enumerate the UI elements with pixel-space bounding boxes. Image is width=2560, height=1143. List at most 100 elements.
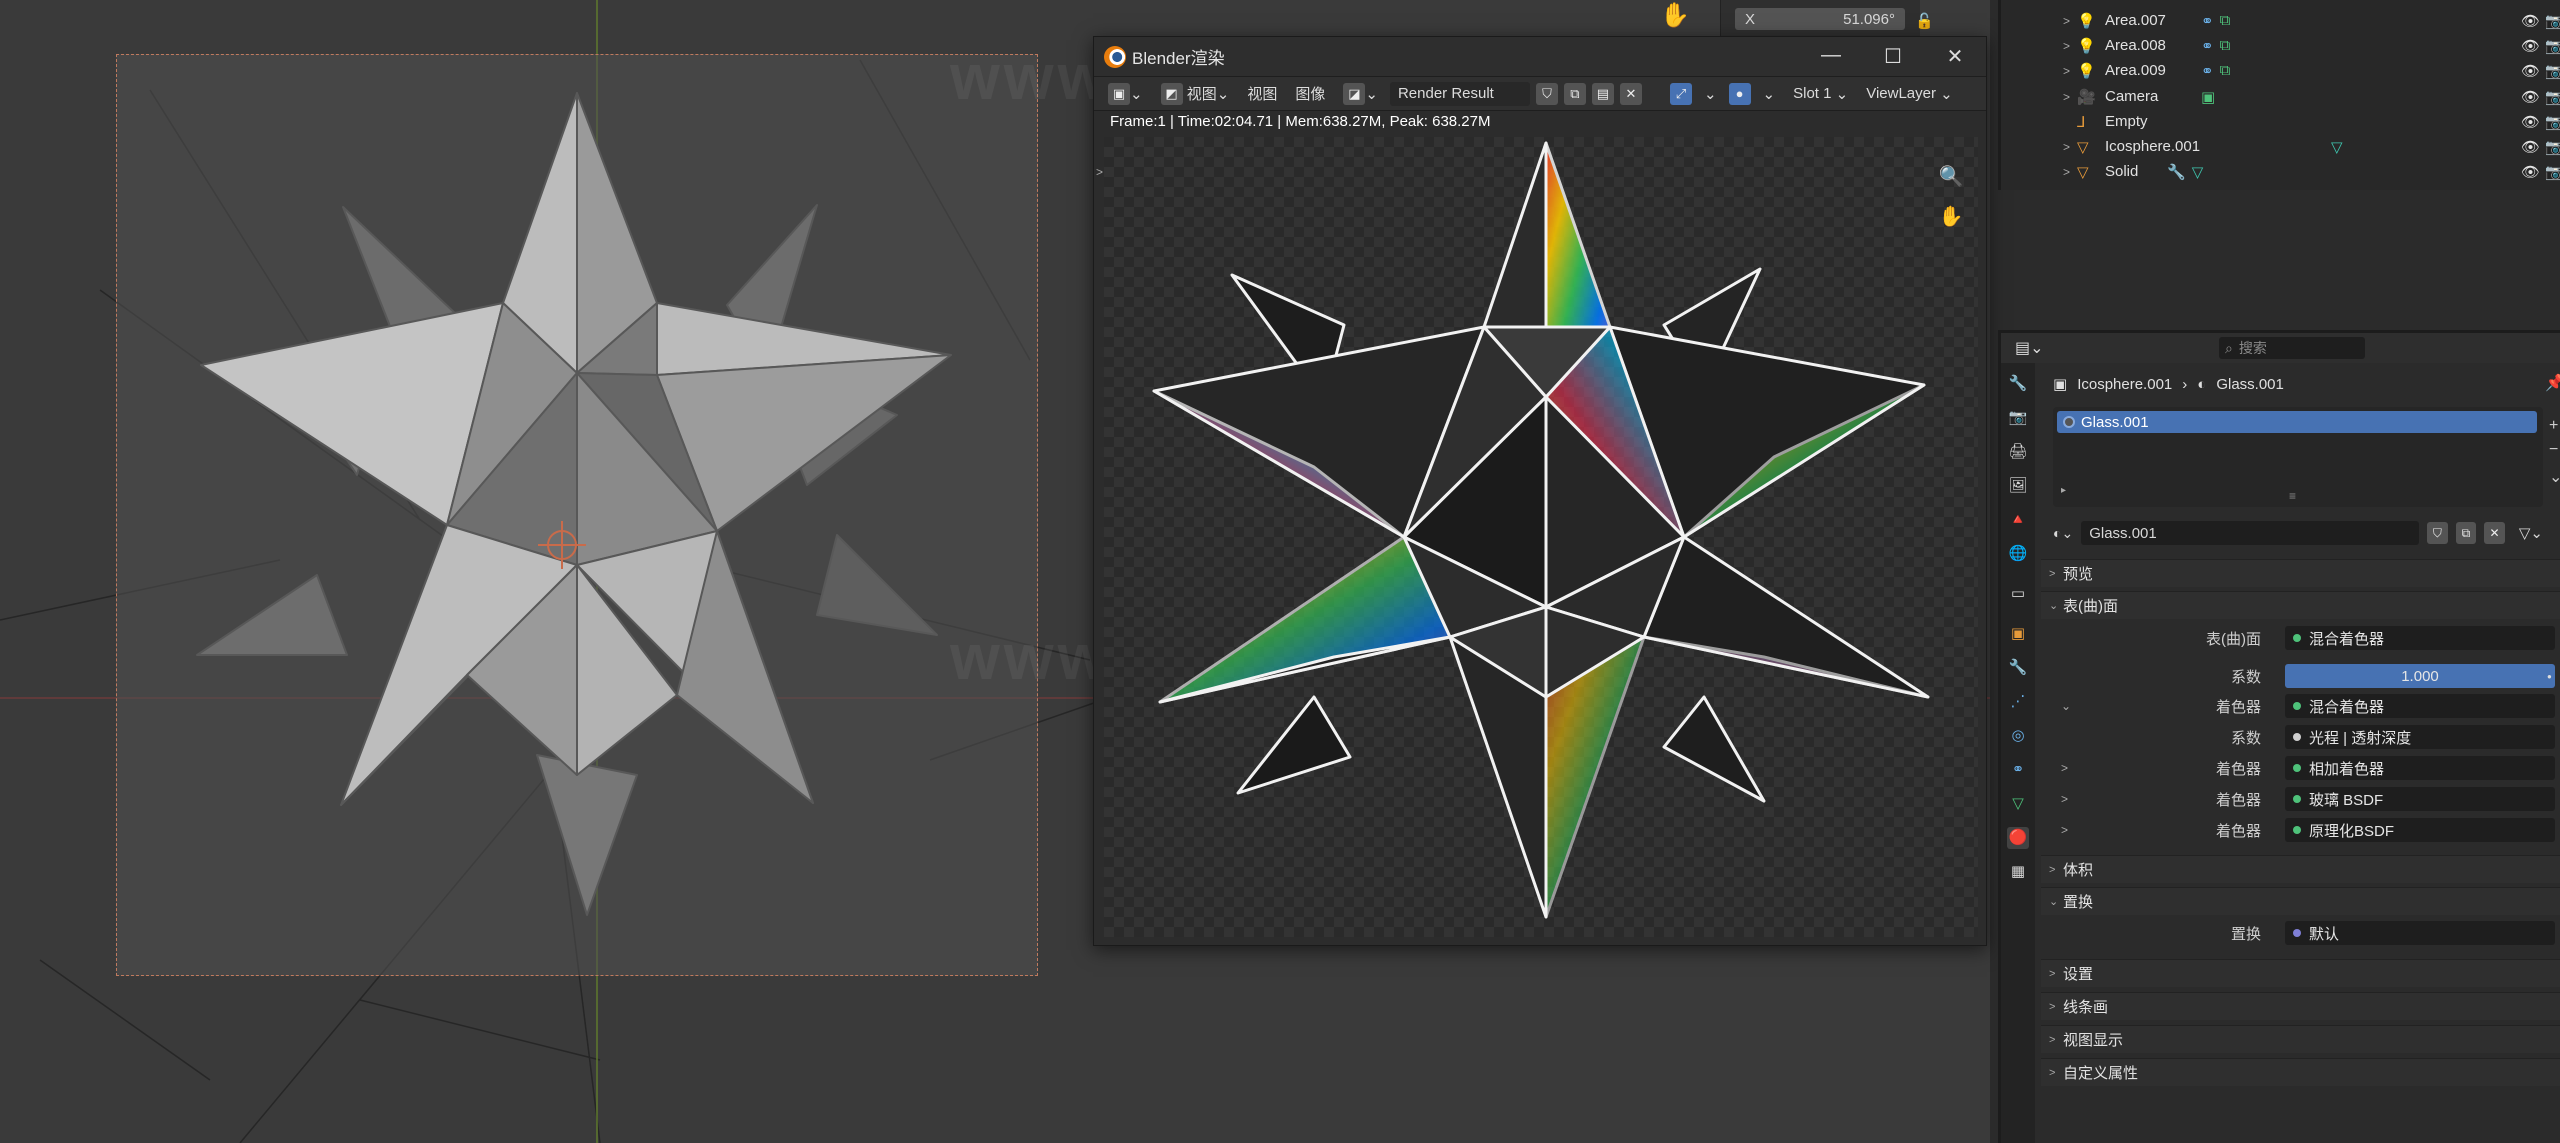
shader1-field[interactable]: 混合着色器 — [2285, 694, 2555, 718]
expand-slot-icon[interactable]: ▸ — [2061, 485, 2066, 496]
shader4-field[interactable]: 原理化BSDF — [2285, 818, 2555, 842]
constraints-tab-icon[interactable]: ⚭ — [2007, 759, 2029, 781]
visibility-eye-icon[interactable]: 👁 — [2521, 62, 2540, 80]
editor-type-dropdown[interactable]: ▤⌄ — [2015, 338, 2044, 358]
displacement-field[interactable]: 默认 — [2285, 921, 2555, 945]
expand-icon[interactable]: > — [2063, 14, 2070, 28]
open-folder-icon[interactable]: ▤ — [1591, 82, 1614, 105]
material-tab-icon[interactable]: 🔴 — [2007, 827, 2029, 849]
outliner-row[interactable]: > ▽ Solid 🔧 ▽ 👁 📷 — [2001, 159, 2560, 184]
zoom-icon[interactable]: 🔍 — [1934, 159, 1968, 193]
sidebar-toggle-icon[interactable]: > — [1096, 165, 1103, 179]
chevron-down-icon[interactable]: ⌄ — [2061, 699, 2071, 713]
panel-volume[interactable]: > 体积 — [2041, 855, 2560, 883]
display-channels-icon[interactable]: ● — [1728, 82, 1751, 105]
slot-dropdown[interactable]: Slot 1 ⌄ — [1787, 82, 1854, 106]
output-tab-icon[interactable]: 🖨 — [2007, 441, 2029, 463]
material-slot-item[interactable]: Glass.001 — [2057, 411, 2537, 433]
fake-user-icon[interactable]: ⛉ — [1535, 82, 1558, 105]
tool-tab-icon[interactable]: 🔧 — [2007, 373, 2029, 395]
visibility-eye-icon[interactable]: 👁 — [2521, 113, 2540, 131]
collection-tab-icon[interactable]: ▭ — [2007, 583, 2029, 605]
physics-tab-icon[interactable]: ◎ — [2007, 725, 2029, 747]
properties-search[interactable]: ⌕ 搜索 — [2219, 337, 2365, 359]
outliner-row[interactable]: > 💡 Area.009 ⚭ ⧉ 👁 📷 — [2001, 58, 2560, 83]
visibility-eye-icon[interactable]: 👁 — [2521, 37, 2540, 55]
outliner-row[interactable]: > 🎥 Camera ▣ 👁 📷 — [2001, 84, 2560, 109]
maximize-button[interactable]: ☐ — [1862, 44, 1924, 69]
factor-slider[interactable]: 1.000 — [2285, 664, 2555, 688]
duplicate-icon[interactable]: ⧉ — [2455, 522, 2477, 544]
modifier-tab-icon[interactable]: 🔧 — [2007, 657, 2029, 679]
expand-icon[interactable]: > — [2063, 64, 2070, 78]
link-mode-icon[interactable]: ▽⌄ — [2519, 524, 2543, 542]
outliner-row[interactable]: > 💡 Area.008 ⚭ ⧉ 👁 📷 — [2001, 33, 2560, 58]
chevron-right-icon[interactable]: > — [2061, 823, 2068, 837]
render-canvas[interactable] — [1104, 137, 1978, 937]
expand-icon[interactable]: > — [2063, 140, 2070, 154]
chevron-right-icon[interactable]: > — [2061, 792, 2068, 806]
panel-surface[interactable]: ⌄ 表(曲)面 — [2041, 591, 2560, 619]
expand-icon[interactable]: > — [2063, 90, 2070, 104]
factor2-field[interactable]: 光程 | 透射深度 — [2285, 725, 2555, 749]
render-camera-icon[interactable]: 📷 — [2545, 138, 2560, 156]
panel-custom-properties[interactable]: > 自定义属性 — [2041, 1058, 2560, 1086]
particles-tab-icon[interactable]: ⋰ — [2007, 691, 2029, 713]
scene-tab-icon[interactable]: 🔺 — [2007, 509, 2029, 531]
pan-hand-icon[interactable]: ✋ — [1658, 0, 1692, 30]
world-tab-icon[interactable]: 🌐 — [2007, 543, 2029, 565]
image-name-field[interactable]: Render Result — [1389, 81, 1530, 106]
data-tab-icon[interactable]: ▽ — [2007, 793, 2029, 815]
visibility-eye-icon[interactable]: 👁 — [2521, 163, 2540, 181]
visibility-eye-icon[interactable]: 👁 — [2521, 138, 2540, 156]
outliner-row[interactable]: > ▽ Icosphere.001 ▽ 👁 📷 — [2001, 134, 2560, 159]
image-browse-dropdown[interactable]: ◪ ⌄ — [1337, 82, 1384, 106]
render-camera-icon[interactable]: 📷 — [2545, 113, 2560, 131]
resize-handle-icon[interactable]: ≡ — [2289, 489, 2296, 503]
render-camera-icon[interactable]: 📷 — [2545, 37, 2560, 55]
expand-icon[interactable]: > — [2063, 165, 2070, 179]
fake-user-icon[interactable]: ⛉ — [2427, 522, 2448, 544]
render-camera-icon[interactable]: 📷 — [2545, 88, 2560, 106]
lock-icon[interactable]: 🔓 — [1915, 12, 1934, 30]
render-camera-icon[interactable]: 📷 — [2545, 163, 2560, 181]
panel-preview[interactable]: > 预览 — [2041, 559, 2560, 587]
chevron-right-icon[interactable]: > — [2061, 761, 2068, 775]
pan-hand-icon[interactable]: ✋ — [1934, 199, 1968, 233]
material-browse-icon[interactable]: ◐⌄ — [2053, 525, 2073, 542]
display-channels-dropdown[interactable]: ⌄ — [1757, 82, 1782, 106]
unlink-icon[interactable]: ✕ — [1619, 82, 1642, 105]
new-image-icon[interactable]: ⧉ — [1563, 82, 1586, 105]
rotation-x-field[interactable]: X 51.096° — [1735, 8, 1905, 30]
view-layer-tab-icon[interactable]: 🖼 — [2007, 475, 2029, 497]
material-slot-list[interactable]: Glass.001 ▸ ≡ — [2053, 407, 2543, 507]
sample-tool-dropdown[interactable]: ⌄ — [1698, 82, 1723, 106]
unlink-icon[interactable]: ✕ — [2484, 522, 2505, 544]
view-menu[interactable]: 视图 — [1241, 82, 1283, 106]
remove-slot-button[interactable]: − — [2549, 441, 2558, 459]
viewlayer-dropdown[interactable]: ViewLayer ⌄ — [1860, 82, 1959, 106]
shader3-field[interactable]: 玻璃 BSDF — [2285, 787, 2555, 811]
mode-dropdown[interactable]: ◩ 视图 ⌄ — [1155, 82, 1236, 106]
add-slot-button[interactable]: + — [2549, 417, 2558, 435]
sample-tool-icon[interactable]: ⤢ — [1669, 82, 1692, 105]
panel-displacement[interactable]: ⌄ 置换 — [2041, 887, 2560, 915]
slot-specials-icon[interactable]: ⌄ — [2549, 467, 2560, 487]
surface-shader-field[interactable]: 混合着色器 — [2285, 626, 2555, 650]
outliner-row[interactable]: > 💡 Area.007 ⚭ ⧉ 👁 📷 — [2001, 8, 2560, 33]
pin-icon[interactable]: 📌 — [2545, 373, 2560, 393]
render-camera-icon[interactable]: 📷 — [2545, 62, 2560, 80]
image-menu[interactable]: 图像 — [1289, 82, 1331, 106]
panel-lineart[interactable]: > 线条画 — [2041, 992, 2560, 1020]
panel-settings[interactable]: > 设置 — [2041, 959, 2560, 987]
visibility-eye-icon[interactable]: 👁 — [2521, 12, 2540, 30]
outliner-row[interactable]: ⅃ Empty 👁 📷 — [2001, 109, 2560, 134]
texture-tab-icon[interactable]: ▦ — [2007, 861, 2029, 883]
render-tab-icon[interactable]: 📷 — [2007, 407, 2029, 429]
close-button[interactable]: ✕ — [1924, 44, 1986, 69]
shader2-field[interactable]: 相加着色器 — [2285, 756, 2555, 780]
render-camera-icon[interactable]: 📷 — [2545, 12, 2560, 30]
visibility-eye-icon[interactable]: 👁 — [2521, 88, 2540, 106]
editor-type-dropdown[interactable]: ▣ ⌄ — [1102, 82, 1149, 106]
object-tab-icon[interactable]: ▣ — [2007, 623, 2029, 645]
